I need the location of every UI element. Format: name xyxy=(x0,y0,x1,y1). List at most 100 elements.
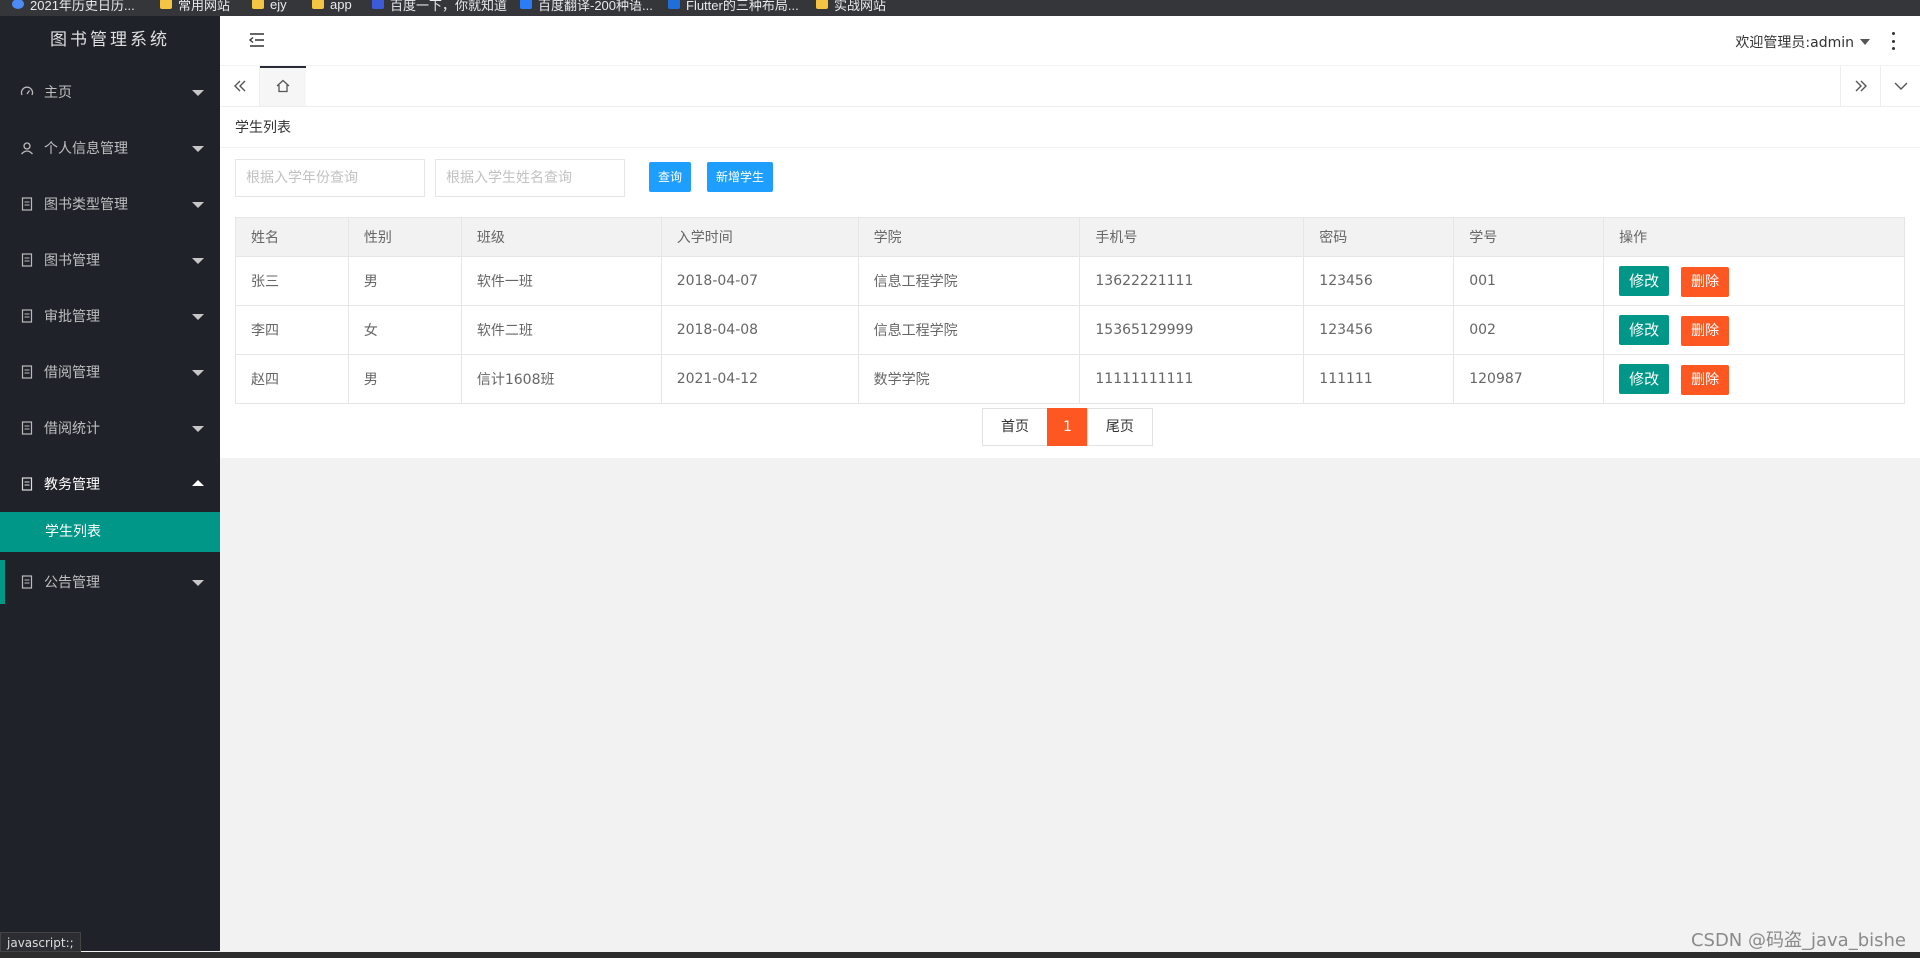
tabs-menu-button[interactable] xyxy=(1880,66,1920,106)
site-icon xyxy=(668,0,680,9)
cell-name: 张三 xyxy=(235,256,349,306)
table-row: 张三 男 软件一班 2018-04-07 信息工程学院 13622221111 … xyxy=(235,256,1905,306)
sidebar-item-label: 主页 xyxy=(44,85,72,101)
tabs-scroll-left-button[interactable] xyxy=(220,66,260,106)
cell-enroll-date: 2018-04-08 xyxy=(660,305,859,355)
sidebar-item-book-types[interactable]: 图书类型管理 xyxy=(0,176,220,232)
sidebar-item-home[interactable]: 主页 xyxy=(0,64,220,120)
bookmark-item[interactable]: 常用网站 xyxy=(160,0,230,13)
sidebar-item-books[interactable]: 图书管理 xyxy=(0,232,220,288)
cell-enroll-date: 2018-04-07 xyxy=(660,256,859,306)
bookmark-item[interactable]: 百度一下，你就知道 xyxy=(372,0,507,13)
edit-button[interactable]: 修改 xyxy=(1619,363,1670,394)
file-icon xyxy=(20,477,34,491)
status-link-preview: javascript:; xyxy=(0,932,81,952)
sidebar-subitem-student-list[interactable]: 学生列表 xyxy=(0,512,220,552)
file-icon xyxy=(20,575,34,589)
globe-icon xyxy=(12,0,24,9)
search-year-input[interactable] xyxy=(235,159,425,197)
bookmark-item[interactable]: Flutter的三种布局... xyxy=(668,0,799,13)
double-chevron-right-icon xyxy=(1855,80,1867,92)
cell-student-id: 120987 xyxy=(1453,354,1605,404)
column-header: 学号 xyxy=(1453,217,1605,257)
sidebar-item-approval[interactable]: 审批管理 xyxy=(0,288,220,344)
delete-button[interactable]: 删除 xyxy=(1681,266,1730,297)
cell-college: 数学学院 xyxy=(857,354,1081,404)
bookmark-item[interactable]: ejy xyxy=(252,0,287,12)
sidebar-item-academic[interactable]: 教务管理 xyxy=(0,456,220,512)
welcome-text: 欢迎管理员:admin xyxy=(1735,35,1854,51)
bottom-strip xyxy=(0,952,1920,958)
cell-gender: 男 xyxy=(347,354,462,404)
cell-password: 123456 xyxy=(1303,256,1455,306)
edit-button[interactable]: 修改 xyxy=(1619,265,1670,296)
tab-bar xyxy=(220,66,1920,107)
table-header-row: 姓名 性别 班级 入学时间 学院 手机号 密码 学号 操作 xyxy=(235,217,1905,257)
cell-phone: 15365129999 xyxy=(1079,305,1305,355)
cell-student-id: 001 xyxy=(1453,256,1605,306)
chevron-down-icon xyxy=(192,314,204,320)
chevron-up-icon xyxy=(192,480,204,486)
sidebar-item-profile[interactable]: 个人信息管理 xyxy=(0,120,220,176)
chevron-down-icon xyxy=(192,202,204,208)
file-icon xyxy=(20,421,34,435)
cell-class: 软件二班 xyxy=(460,305,662,355)
bookmark-item[interactable]: 2021年历史日历... xyxy=(12,0,135,13)
bookmark-item[interactable]: app xyxy=(312,0,352,12)
sidebar-item-label: 公告管理 xyxy=(44,575,100,591)
user-menu[interactable]: 欢迎管理员:admin xyxy=(1735,32,1870,52)
edit-button[interactable]: 修改 xyxy=(1619,314,1670,345)
column-header: 入学时间 xyxy=(660,217,859,257)
folder-icon xyxy=(816,0,828,9)
file-icon xyxy=(20,197,34,211)
divider xyxy=(220,147,1920,148)
user-icon xyxy=(20,141,34,155)
sidebar-item-label: 借阅统计 xyxy=(44,421,100,437)
column-header: 学院 xyxy=(857,217,1081,257)
query-button[interactable]: 查询 xyxy=(649,162,692,192)
sidebar-item-borrow-stats[interactable]: 借阅统计 xyxy=(0,400,220,456)
bookmark-item[interactable]: 实战网站 xyxy=(816,0,886,13)
cell-gender: 女 xyxy=(347,305,462,355)
cell-enroll-date: 2021-04-12 xyxy=(660,354,859,404)
table-row: 赵四 男 信计1608班 2021-04-12 数学学院 11111111111… xyxy=(235,354,1905,404)
column-header: 密码 xyxy=(1303,217,1455,257)
tab-home[interactable] xyxy=(260,66,306,106)
current-page[interactable]: 1 xyxy=(1047,408,1088,446)
search-name-input[interactable] xyxy=(435,159,625,197)
cell-phone: 11111111111 xyxy=(1079,354,1305,404)
cell-college: 信息工程学院 xyxy=(857,305,1081,355)
cell-actions: 修改 删除 xyxy=(1603,256,1905,306)
chevron-down-icon xyxy=(192,580,204,586)
chevron-down-icon xyxy=(192,258,204,264)
sidebar-item-notices[interactable]: 公告管理 xyxy=(0,554,220,610)
cell-class: 软件一班 xyxy=(460,256,662,306)
tabs-scroll-right-button[interactable] xyxy=(1840,66,1880,106)
chevron-down-icon xyxy=(192,90,204,96)
watermark-text: CSDN @码盗_java_bishe xyxy=(1690,930,1906,951)
last-page-button[interactable]: 尾页 xyxy=(1086,408,1153,446)
delete-button[interactable]: 删除 xyxy=(1681,364,1730,395)
cell-name: 李四 xyxy=(235,305,349,355)
sidebar-item-label: 借阅管理 xyxy=(44,365,100,381)
system-logo: 图书管理系统 xyxy=(50,30,170,50)
cell-actions: 修改 删除 xyxy=(1603,354,1905,404)
folder-icon xyxy=(252,0,264,9)
baidu-icon xyxy=(372,0,384,9)
add-student-button[interactable]: 新增学生 xyxy=(707,162,774,192)
more-vertical-icon[interactable] xyxy=(1890,32,1896,50)
cell-class: 信计1608班 xyxy=(460,354,662,404)
cell-password: 123456 xyxy=(1303,305,1455,355)
bookmark-item[interactable]: 百度翻译-200种语... xyxy=(520,0,653,13)
delete-button[interactable]: 删除 xyxy=(1681,315,1730,346)
menu-toggle-icon[interactable] xyxy=(248,32,266,48)
bookmarks-bar: 2021年历史日历... 常用网站 ejy app 百度一下，你就知道 百度翻译… xyxy=(0,0,1920,16)
translate-icon xyxy=(520,0,532,9)
table-row: 李四 女 软件二班 2018-04-08 信息工程学院 15365129999 … xyxy=(235,305,1905,355)
sidebar-item-label: 审批管理 xyxy=(44,309,100,325)
first-page-button[interactable]: 首页 xyxy=(982,408,1048,446)
pagination: 首页 1 尾页 xyxy=(982,408,1153,446)
file-icon xyxy=(20,365,34,379)
sidebar-item-borrow[interactable]: 借阅管理 xyxy=(0,344,220,400)
sidebar-item-label: 图书类型管理 xyxy=(44,197,128,213)
